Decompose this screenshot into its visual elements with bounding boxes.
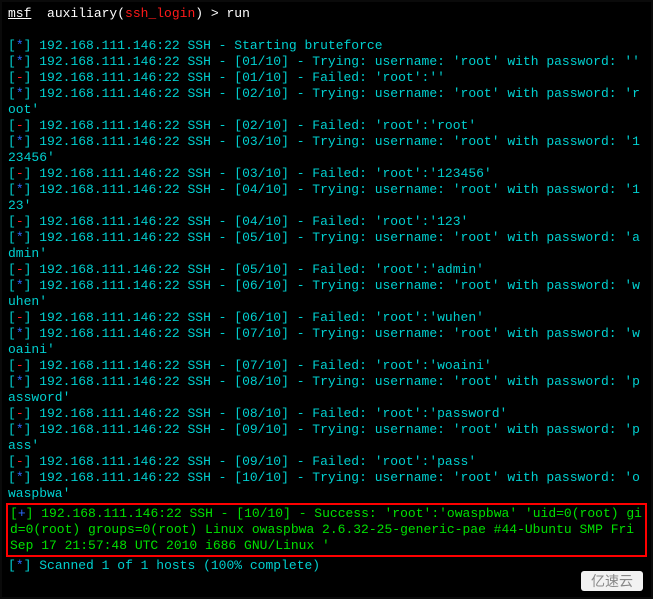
blank-line xyxy=(8,22,645,38)
aux-label: auxiliary( xyxy=(47,6,125,21)
log-try: [*] 192.168.111.146:22 SSH - [02/10] - T… xyxy=(8,86,645,118)
terminal-window[interactable]: msf auxiliary(ssh_login) > run [*] 192.1… xyxy=(0,0,653,599)
log-fail: [-] 192.168.111.146:22 SSH - [05/10] - F… xyxy=(8,262,645,278)
log-fail: [-] 192.168.111.146:22 SSH - [09/10] - F… xyxy=(8,454,645,470)
log-try: [*] 192.168.111.146:22 SSH - [01/10] - T… xyxy=(8,54,645,70)
log-success: [+] 192.168.111.146:22 SSH - [10/10] - S… xyxy=(10,506,643,554)
success-highlight: [+] 192.168.111.146:22 SSH - [10/10] - S… xyxy=(6,503,647,557)
log-try: [*] 192.168.111.146:22 SSH - [08/10] - T… xyxy=(8,374,645,406)
log-fail: [-] 192.168.111.146:22 SSH - [03/10] - F… xyxy=(8,166,645,182)
msf-label: msf xyxy=(8,6,31,21)
log-try: [*] 192.168.111.146:22 SSH - [06/10] - T… xyxy=(8,278,645,310)
log-try: [*] 192.168.111.146:22 SSH - [10/10] - T… xyxy=(8,470,645,502)
log-try: [*] 192.168.111.146:22 SSH - [03/10] - T… xyxy=(8,134,645,166)
log-start: [*] 192.168.111.146:22 SSH - Starting br… xyxy=(8,38,645,54)
log-try: [*] 192.168.111.146:22 SSH - [07/10] - T… xyxy=(8,326,645,358)
prompt-line: msf auxiliary(ssh_login) > run xyxy=(8,6,645,22)
module-name: ssh_login xyxy=(125,6,195,21)
log-try: [*] 192.168.111.146:22 SSH - [04/10] - T… xyxy=(8,182,645,214)
log-fail: [-] 192.168.111.146:22 SSH - [06/10] - F… xyxy=(8,310,645,326)
command-input: run xyxy=(227,6,250,21)
watermark: 亿速云 xyxy=(581,571,643,591)
log-try: [*] 192.168.111.146:22 SSH - [05/10] - T… xyxy=(8,230,645,262)
log-fail: [-] 192.168.111.146:22 SSH - [08/10] - F… xyxy=(8,406,645,422)
output-area: [*] 192.168.111.146:22 SSH - Starting br… xyxy=(8,38,645,574)
log-try: [*] 192.168.111.146:22 SSH - [09/10] - T… xyxy=(8,422,645,454)
log-fail: [-] 192.168.111.146:22 SSH - [04/10] - F… xyxy=(8,214,645,230)
log-fail: [-] 192.168.111.146:22 SSH - [01/10] - F… xyxy=(8,70,645,86)
log-fail: [-] 192.168.111.146:22 SSH - [07/10] - F… xyxy=(8,358,645,374)
log-scanned: [*] Scanned 1 of 1 hosts (100% complete) xyxy=(8,558,645,574)
log-fail: [-] 192.168.111.146:22 SSH - [02/10] - F… xyxy=(8,118,645,134)
